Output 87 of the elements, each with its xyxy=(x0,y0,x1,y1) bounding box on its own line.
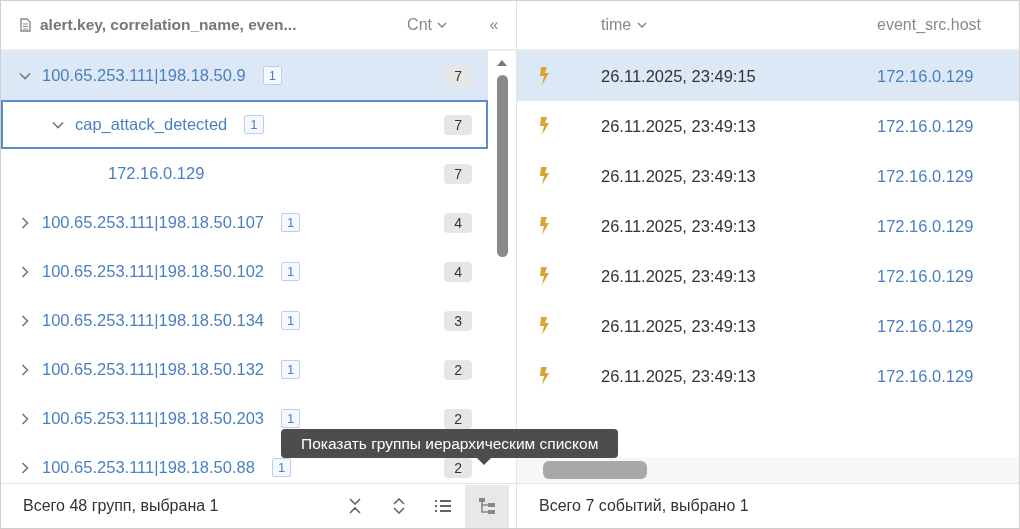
event-count-badge: 7 xyxy=(444,163,472,184)
tree-icon xyxy=(478,497,496,515)
event-row[interactable]: 26.11.2025, 23:49:13 172.16.0.129 xyxy=(517,201,1019,251)
table-cell-text: 26.11.2025, 23:49:13 xyxy=(601,116,757,136)
count-sort-button[interactable]: Cnt xyxy=(407,16,447,34)
group-label: 100.65.253.111|198.18.50.107 xyxy=(42,213,265,232)
collapse-all-icon xyxy=(348,498,362,514)
group-label: 100.65.253.111|198.18.50.203 xyxy=(42,409,265,428)
subgroup-count-badge: 1 xyxy=(281,409,301,428)
table-cell: 172.16.0.129 xyxy=(877,166,974,186)
table-cell: 172.16.0.129 xyxy=(877,116,974,136)
event-count-badge: 7 xyxy=(444,65,472,86)
table-cell: 172.16.0.129 xyxy=(877,216,974,236)
table-cell-text: 26.11.2025, 23:49:15 xyxy=(601,66,757,86)
chevron-right-icon[interactable] xyxy=(19,461,31,474)
lightning-icon xyxy=(539,267,550,285)
table-cell: 172.16.0.129 xyxy=(877,366,974,386)
collapse-panel-button[interactable]: « xyxy=(472,16,516,34)
event-row[interactable]: 26.11.2025, 23:49:13 172.16.0.129 xyxy=(517,251,1019,301)
group-label: 100.65.253.111|198.18.50.134 xyxy=(42,311,265,330)
tooltip: Показать группы иерархическим списком xyxy=(281,429,619,458)
table-cell: 172.16.0.129 xyxy=(877,266,974,286)
tree-row[interactable]: cap_attack_detected 1 7 xyxy=(1,100,488,149)
document-icon xyxy=(20,18,31,32)
table-cell-text: 26.11.2025, 23:49:13 xyxy=(601,316,757,336)
time-column-header[interactable]: time xyxy=(601,16,877,34)
chevron-right-icon[interactable] xyxy=(19,265,31,278)
event-row[interactable]: 26.11.2025, 23:49:13 172.16.0.129 xyxy=(517,101,1019,151)
table-cell-text: 26.11.2025, 23:49:13 xyxy=(601,166,757,186)
lightning-icon xyxy=(539,217,550,235)
group-label: 100.65.253.111|198.18.50.88 xyxy=(42,458,255,477)
column-header[interactable]: alert.key, correlation_name, even... xyxy=(40,16,297,34)
tree-row[interactable]: 100.65.253.111|198.18.50.9 1 7 xyxy=(1,51,488,100)
table-cell: 172.16.0.129 xyxy=(877,316,974,336)
scrollbar-thumb[interactable] xyxy=(543,461,647,479)
group-label: cap_attack_detected xyxy=(75,115,228,134)
lightning-icon xyxy=(539,317,550,335)
lightning-icon xyxy=(539,67,550,85)
tree-row[interactable]: 100.65.253.111|198.18.50.102 1 4 xyxy=(1,247,488,296)
chevron-right-icon[interactable] xyxy=(19,363,31,376)
tree-row[interactable]: 100.65.253.111|198.18.50.107 1 4 xyxy=(1,198,488,247)
chevron-right-icon[interactable] xyxy=(19,216,31,229)
event-count-badge: 2 xyxy=(444,457,472,478)
tree-row[interactable]: 172.16.0.129 7 xyxy=(1,149,488,198)
tree-row[interactable]: 100.65.253.111|198.18.50.134 1 3 xyxy=(1,296,488,345)
subgroup-count-badge: 1 xyxy=(271,458,292,477)
group-label: 100.65.253.111|198.18.50.102 xyxy=(42,262,265,281)
chevron-down-icon xyxy=(637,22,648,28)
scrollbar-thumb[interactable] xyxy=(496,75,508,257)
subgroup-count-badge: 1 xyxy=(281,262,301,281)
subgroup-count-badge: 1 xyxy=(262,66,282,85)
expand-all-icon xyxy=(392,498,406,514)
event-row[interactable]: 26.11.2025, 23:49:13 172.16.0.129 xyxy=(517,151,1019,201)
subgroup-count-badge: 1 xyxy=(244,115,264,134)
tree-view-button[interactable] xyxy=(465,484,509,528)
events-status: Всего 7 событий, выбрано 1 xyxy=(539,497,749,515)
group-label: 100.65.253.111|198.18.50.132 xyxy=(42,360,265,379)
event-count-badge: 4 xyxy=(444,212,472,233)
lightning-icon xyxy=(539,167,550,185)
chevron-right-icon[interactable] xyxy=(19,314,31,327)
tree-row[interactable]: 100.65.253.111|198.18.50.132 1 2 xyxy=(1,345,488,394)
event-count-badge: 2 xyxy=(444,359,472,380)
event-count-badge: 4 xyxy=(444,261,472,282)
subgroup-count-badge: 1 xyxy=(281,311,301,330)
subgroup-count-badge: 1 xyxy=(281,360,301,379)
column-header[interactable]: event_src.host xyxy=(877,16,982,34)
table-cell: 172.16.0.129 xyxy=(877,66,974,86)
groups-status: Всего 48 групп, выбрана 1 xyxy=(23,497,219,515)
chevron-down-icon xyxy=(437,22,447,28)
event-row[interactable]: 26.11.2025, 23:49:13 172.16.0.129 xyxy=(517,351,1019,401)
event-row[interactable]: 26.11.2025, 23:49:15 172.16.0.129 xyxy=(517,51,1019,101)
lightning-icon xyxy=(539,117,550,135)
subgroup-count-badge: 1 xyxy=(281,213,301,232)
tooltip-arrow-icon xyxy=(477,458,491,465)
table-cell-text: 26.11.2025, 23:49:13 xyxy=(601,366,757,386)
lightning-icon xyxy=(539,367,550,385)
event-row[interactable]: 26.11.2025, 23:49:13 172.16.0.129 xyxy=(517,301,1019,351)
event-count-badge: 7 xyxy=(444,114,472,135)
list-icon xyxy=(434,499,452,513)
group-label: 172.16.0.129 xyxy=(108,164,205,183)
table-cell-text: 26.11.2025, 23:49:13 xyxy=(601,216,757,236)
table-cell-text: 26.11.2025, 23:49:13 xyxy=(601,266,757,286)
event-count-badge: 2 xyxy=(444,408,472,429)
event-count-badge: 3 xyxy=(444,310,472,331)
group-label: 100.65.253.111|198.18.50.9 xyxy=(42,66,246,85)
scroll-up-icon[interactable] xyxy=(496,59,508,67)
chevron-right-icon[interactable] xyxy=(19,412,31,425)
